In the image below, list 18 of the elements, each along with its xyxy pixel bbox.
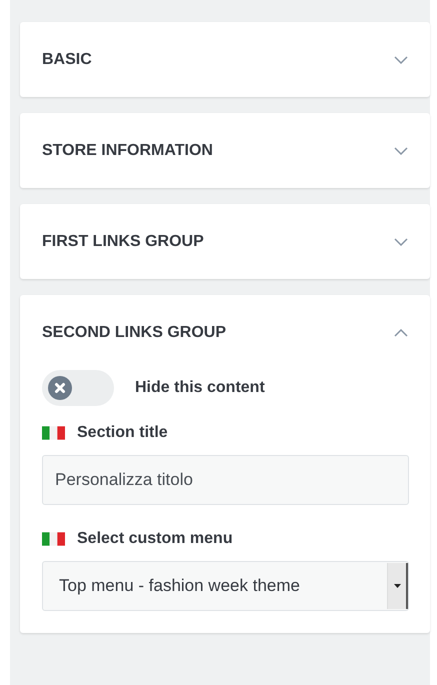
- field-label: Select custom menu: [77, 530, 233, 548]
- caret-icon[interactable]: [394, 584, 400, 588]
- field-label: Section title: [77, 424, 168, 442]
- flag-icon: [42, 532, 65, 546]
- section-title[interactable]: STORE INFORMATION: [42, 142, 213, 160]
- toggle-switch[interactable]: [42, 370, 114, 406]
- chevron-down-icon[interactable]: [394, 238, 408, 246]
- section-title[interactable]: FIRST LINKS GROUP: [42, 232, 204, 250]
- input-field[interactable]: Personalizza titolo: [42, 455, 409, 505]
- select-dropdown[interactable]: Top menu - fashion week theme: [42, 561, 409, 611]
- chevron-down-icon[interactable]: [394, 146, 408, 154]
- toggle-label: Hide this content: [135, 379, 265, 397]
- chevron-down-icon[interactable]: [394, 56, 408, 64]
- section-title[interactable]: BASIC: [42, 50, 92, 68]
- flag-icon: [42, 426, 65, 440]
- chevron-up-icon[interactable]: [394, 328, 408, 336]
- section-title[interactable]: SECOND LINKS GROUP: [42, 324, 226, 342]
- x-icon: [48, 376, 72, 400]
